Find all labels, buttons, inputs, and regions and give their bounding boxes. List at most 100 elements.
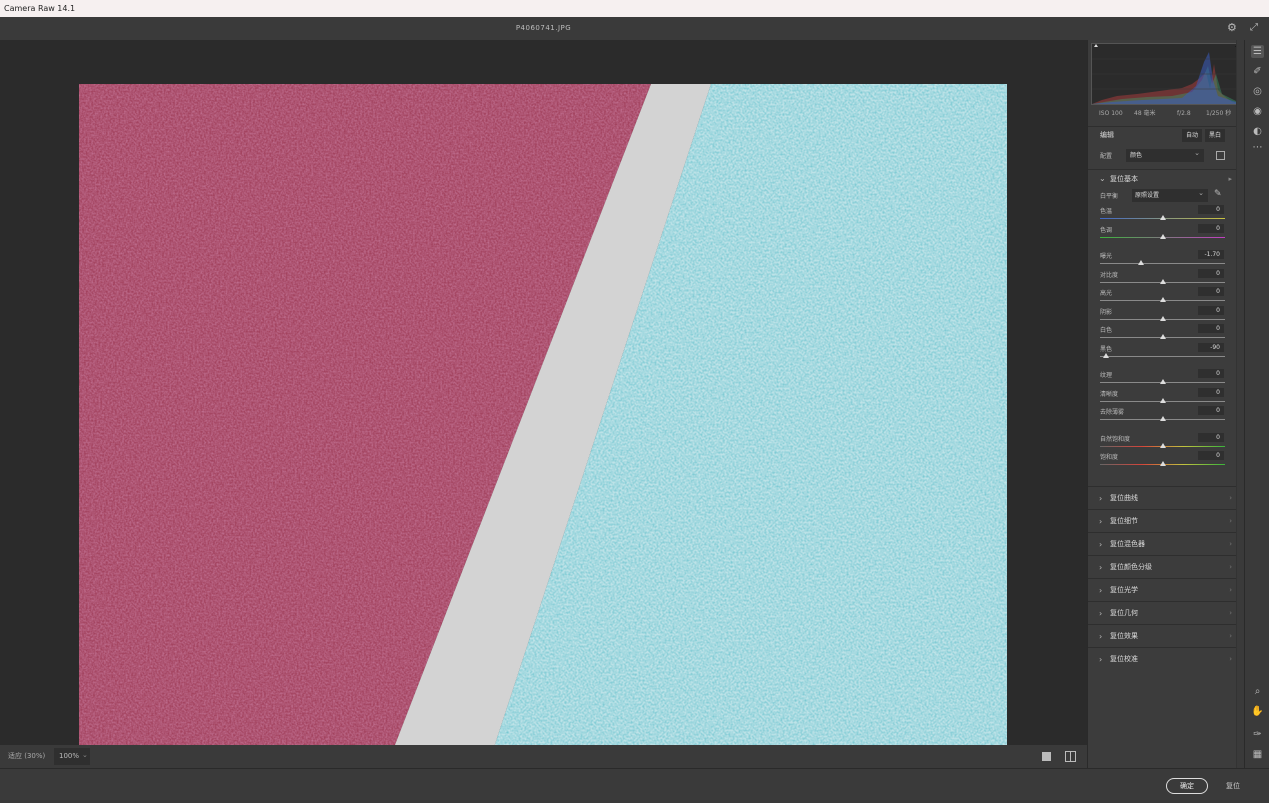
slider-thumb[interactable] (1138, 260, 1145, 265)
edit-sliders-icon[interactable]: ☰ (1251, 45, 1264, 58)
gear-icon[interactable]: ⚙ (1227, 22, 1239, 34)
slider-value-input[interactable]: 0 (1198, 387, 1224, 397)
slider-track[interactable] (1100, 355, 1225, 357)
camera-info: ISO 100 48 毫米 f/2.8 1/250 秒 (1088, 106, 1245, 121)
auto-button[interactable]: 自动 (1182, 129, 1202, 142)
profile-browser-icon[interactable] (1216, 151, 1225, 160)
collapsed-section[interactable]: › 复位颜色分级 › (1088, 555, 1236, 578)
slider-row: 自然饱和度 0 (1088, 432, 1236, 452)
slider-thumb[interactable] (1159, 461, 1166, 466)
slider-group-gap (1088, 361, 1236, 369)
slider-group-gap (1088, 242, 1236, 250)
slider-thumb[interactable] (1159, 397, 1166, 403)
black-white-button[interactable]: 黑白 (1205, 129, 1225, 142)
collapsed-section[interactable]: › 复位效果 › (1088, 624, 1236, 647)
shutter-value: 1/250 秒 (1206, 110, 1232, 117)
section-menu-icon[interactable]: › (1229, 487, 1232, 510)
slider-thumb[interactable] (1159, 215, 1166, 220)
slider-thumb[interactable] (1159, 278, 1166, 284)
collapsed-section[interactable]: › 复位校准 › (1088, 647, 1236, 670)
slider-thumb[interactable] (1159, 233, 1166, 239)
slider-label: 清晰度 (1100, 390, 1119, 398)
healing-brush-icon[interactable]: ✐ (1251, 65, 1264, 78)
eyedropper-icon[interactable]: ✎ (1214, 189, 1224, 201)
slider-value-input[interactable]: 0 (1198, 324, 1224, 333)
slider-value-input[interactable]: 0 (1198, 305, 1224, 315)
color-sampler-icon[interactable]: ✑ (1251, 728, 1264, 741)
presets-icon[interactable]: ◐ (1251, 125, 1264, 138)
zoom-icon[interactable]: ⌕ (1251, 685, 1264, 698)
focal-length: 48 毫米 (1134, 110, 1156, 117)
single-view-icon[interactable] (1042, 752, 1051, 761)
iso-value: ISO 100 (1099, 110, 1123, 117)
chevron-right-icon: › (1099, 609, 1103, 618)
slider-thumb[interactable] (1159, 334, 1166, 339)
section-title: 复位混色器 (1110, 540, 1145, 548)
expand-icon[interactable]: ⤢ (1250, 22, 1262, 34)
slider-row: 对比度 0 (1088, 268, 1236, 288)
collapsed-section[interactable]: › 复位细节 › (1088, 509, 1236, 532)
chevron-right-icon: › (1099, 655, 1103, 664)
slider-thumb[interactable] (1103, 352, 1110, 358)
slider-row: 黑色 -90 (1088, 342, 1236, 362)
collapsed-section[interactable]: › 复位光学 › (1088, 578, 1236, 601)
section-menu-icon[interactable]: › (1229, 579, 1232, 602)
slider-value-input[interactable]: -1.70 (1198, 250, 1224, 259)
slider-thumb[interactable] (1159, 416, 1166, 421)
mask-icon[interactable]: ◎ (1251, 85, 1264, 98)
slider-label: 对比度 (1100, 271, 1119, 279)
slider-label: 纹理 (1100, 372, 1113, 379)
slider-value-input[interactable]: 0 (1198, 287, 1224, 296)
slider-row: 色温 0 (1088, 205, 1236, 224)
section-menu-icon[interactable]: › (1229, 510, 1232, 533)
collapsed-section[interactable]: › 复位曲线 › (1088, 486, 1236, 509)
preview-toolbar: 适应 (30%) 100% ⌄ (0, 745, 1087, 768)
more-icon[interactable]: ⋯ (1251, 141, 1264, 154)
slider-value-input[interactable]: 0 (1198, 223, 1224, 233)
slider-track[interactable] (1100, 263, 1225, 264)
section-menu-icon[interactable]: › (1229, 625, 1232, 648)
white-balance-select[interactable]: 原照设置 (1132, 187, 1208, 202)
slider-value-input[interactable]: 0 (1198, 451, 1224, 460)
aperture-value: f/2.8 (1177, 110, 1191, 117)
zoom-select[interactable]: 100% ⌄ (54, 748, 90, 765)
section-menu-icon[interactable]: › (1229, 602, 1232, 625)
section-title: 复位细节 (1110, 517, 1138, 525)
white-balance-label: 白平衡 (1100, 193, 1119, 200)
section-menu-icon[interactable]: › (1229, 648, 1232, 671)
preview-canvas[interactable] (0, 40, 1087, 781)
slider-row: 清晰度 0 (1088, 387, 1236, 407)
panel-scrollbar[interactable] (1236, 40, 1244, 768)
basic-section-header[interactable]: ⌄ 复位基本 ▸ (1088, 169, 1236, 187)
tool-strip: ☰ ✐ ◎ ◉ ◐ ⋯ ⌕ ✋ ✑ ▦ (1244, 40, 1269, 768)
slider-thumb[interactable] (1159, 315, 1166, 321)
profile-select[interactable]: 颜色 (1126, 147, 1204, 162)
slider-thumb[interactable] (1159, 297, 1166, 302)
ok-button[interactable]: 确定 (1166, 778, 1208, 794)
basic-section: ⌄ 复位基本 ▸ 白平衡 原照设置 ✎ 色温 0 色调 0 曝光 -1.70 对比度 0 高光 0… (1088, 169, 1236, 470)
slider-label: 色调 (1100, 226, 1113, 234)
window-titlebar: Camera Raw 14.1 (0, 0, 1269, 17)
slider-value-input[interactable]: -90 (1198, 342, 1224, 352)
slider-value-input[interactable]: 0 (1198, 432, 1224, 442)
collapsed-section[interactable]: › 复位几何 › (1088, 601, 1236, 624)
slider-thumb[interactable] (1159, 442, 1166, 448)
section-menu-icon[interactable]: ▸ (1228, 170, 1232, 188)
grid-icon[interactable]: ▦ (1251, 748, 1264, 761)
zoom-fit-label[interactable]: 适应 (30%) (8, 745, 45, 768)
slider-value-input[interactable]: 0 (1198, 205, 1224, 214)
slider-value-input[interactable]: 0 (1198, 268, 1224, 278)
section-menu-icon[interactable]: › (1229, 556, 1232, 579)
section-menu-icon[interactable]: › (1229, 533, 1232, 556)
collapsed-section[interactable]: › 复位混色器 › (1088, 532, 1236, 555)
reset-button[interactable]: 复位 (1220, 778, 1246, 794)
red-eye-icon[interactable]: ◉ (1251, 105, 1264, 118)
section-title: 复位几何 (1110, 609, 1138, 617)
hand-icon[interactable]: ✋ (1251, 705, 1264, 718)
slider-value-input[interactable]: 0 (1198, 369, 1224, 378)
before-after-view-icon[interactable] (1065, 751, 1076, 762)
slider-value-input[interactable]: 0 (1198, 406, 1224, 415)
chevron-right-icon: › (1099, 494, 1103, 503)
slider-thumb[interactable] (1159, 379, 1166, 384)
profile-row: 配置 颜色 (1088, 147, 1245, 165)
